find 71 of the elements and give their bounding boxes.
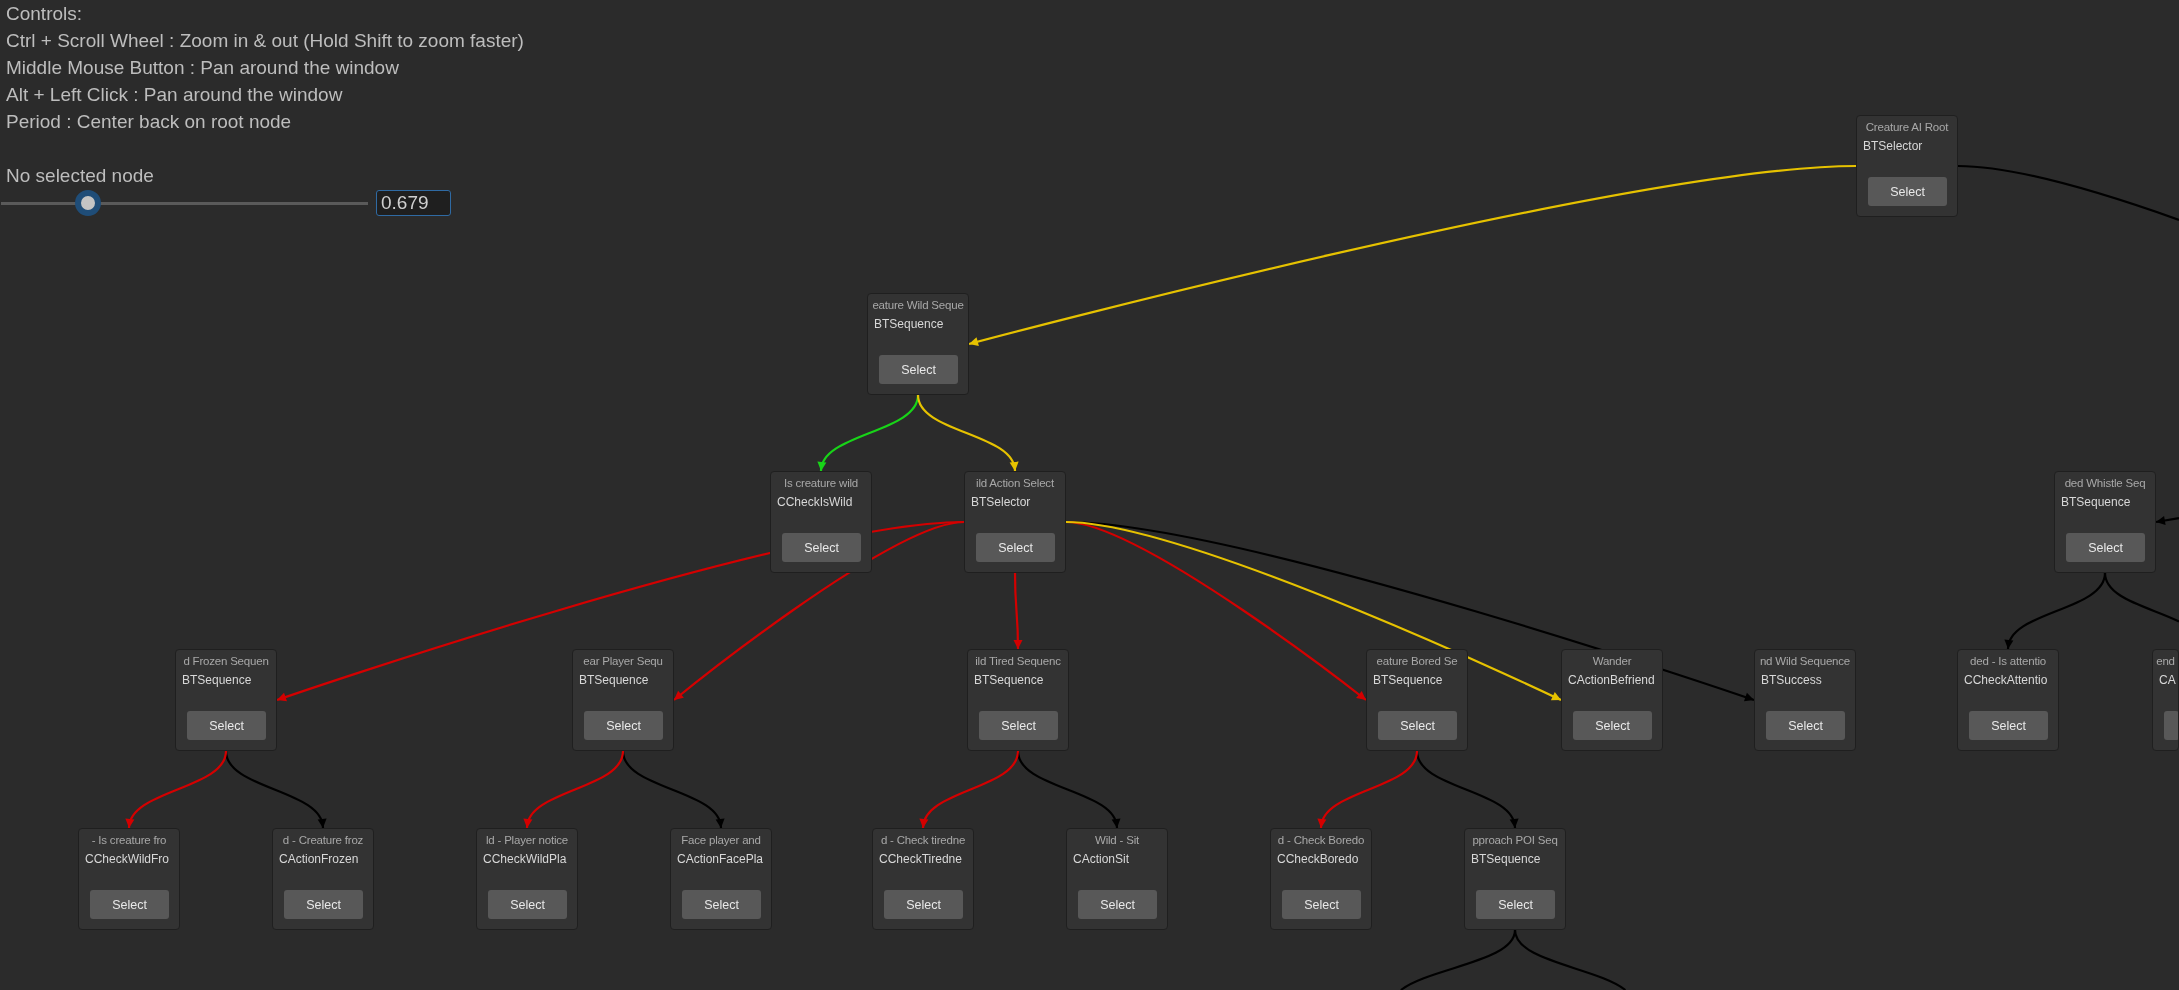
node-title: end	[2155, 654, 2176, 669]
select-button[interactable]: Select	[284, 890, 363, 919]
node-title: Wild - Sit	[1094, 833, 1140, 848]
select-button[interactable]	[2164, 711, 2178, 740]
node-title: ear Player Sequ	[582, 654, 664, 669]
node-title: Face player and	[680, 833, 762, 848]
select-button[interactable]: Select	[2066, 533, 2145, 562]
node-type: CActionBefriend	[1567, 672, 1656, 688]
select-button[interactable]: Select	[979, 711, 1058, 740]
node-type: BTSequence	[181, 672, 253, 688]
select-button[interactable]: Select	[187, 711, 266, 740]
help-line: Middle Mouse Button : Pan around the window	[6, 56, 399, 80]
select-button[interactable]: Select	[1868, 177, 1947, 206]
select-button[interactable]: Select	[1476, 890, 1555, 919]
select-button[interactable]: Select	[1969, 711, 2048, 740]
node-type: BTSequence	[973, 672, 1045, 688]
zoom-value-field[interactable]: 0.679	[376, 190, 451, 216]
node-type: CCheckWildPla	[482, 851, 568, 867]
node-title: ild Tired Sequenc	[974, 654, 1062, 669]
select-button[interactable]: Select	[1282, 890, 1361, 919]
node-title: pproach POI Seq	[1471, 833, 1559, 848]
node-type: BTSequence	[1372, 672, 1444, 688]
node-type: BTSelector	[970, 494, 1032, 510]
node-title: ild Action Select	[975, 476, 1055, 491]
node-title: nd Wild Sequence	[1758, 654, 1852, 669]
help-line: Alt + Left Click : Pan around the window	[6, 83, 343, 107]
select-button[interactable]: Select	[782, 533, 861, 562]
select-button[interactable]: Select	[90, 890, 169, 919]
select-button[interactable]: Select	[1378, 711, 1457, 740]
node-title: d - Creature froz	[281, 833, 365, 848]
node-type: BTSequence	[873, 316, 945, 332]
select-button[interactable]: Select	[884, 890, 963, 919]
node-type: CA	[2158, 672, 2177, 688]
node-title: ded - Is attentio	[1969, 654, 2047, 669]
help-line: Controls:	[6, 2, 83, 26]
select-button[interactable]: Select	[879, 355, 958, 384]
node-title: d Frozen Sequen	[182, 654, 270, 669]
node-type: CCheckWildFro	[84, 851, 170, 867]
node-type: CCheckAttentio	[1963, 672, 2049, 688]
node-type: BTSelector	[1862, 138, 1924, 154]
selection-status: No selected node	[6, 164, 154, 188]
select-button[interactable]: Select	[682, 890, 761, 919]
node-title: ded Whistle Seq	[2063, 476, 2147, 491]
node-type: CActionFrozen	[278, 851, 360, 867]
node-title: Creature AI Root	[1864, 120, 1950, 135]
node-title: Wander	[1591, 654, 1633, 669]
node-title: eature Wild Seque	[871, 298, 965, 313]
node-title: - Is creature fro	[90, 833, 168, 848]
node-type: BTSequence	[578, 672, 650, 688]
node-type: CCheckTiredne	[878, 851, 963, 867]
node-type: BTSequence	[2060, 494, 2132, 510]
select-button[interactable]: Select	[584, 711, 663, 740]
node-type: CActionFacePla	[676, 851, 765, 867]
node-title: ld - Player notice	[484, 833, 570, 848]
slider-thumb[interactable]	[74, 190, 101, 216]
help-line: Ctrl + Scroll Wheel : Zoom in & out (Hold Shift to zoom faster)	[6, 29, 524, 53]
node-title: eature Bored Se	[1375, 654, 1459, 669]
node-type: CActionSit	[1072, 851, 1131, 867]
select-button[interactable]: Select	[976, 533, 1055, 562]
node-title: d - Check Boredo	[1276, 833, 1366, 848]
node-type: BTSequence	[1470, 851, 1542, 867]
node-type: CCheckBoredo	[1276, 851, 1360, 867]
select-button[interactable]: Select	[1573, 711, 1652, 740]
node-type: BTSuccess	[1760, 672, 1823, 688]
help-line: Period : Center back on root node	[6, 110, 292, 134]
node-title: Is creature wild	[782, 476, 860, 491]
node-title: d - Check tiredne	[879, 833, 967, 848]
select-button[interactable]: Select	[1078, 890, 1157, 919]
node-type: CCheckIsWild	[776, 494, 854, 510]
select-button[interactable]: Select	[1766, 711, 1845, 740]
select-button[interactable]: Select	[488, 890, 567, 919]
